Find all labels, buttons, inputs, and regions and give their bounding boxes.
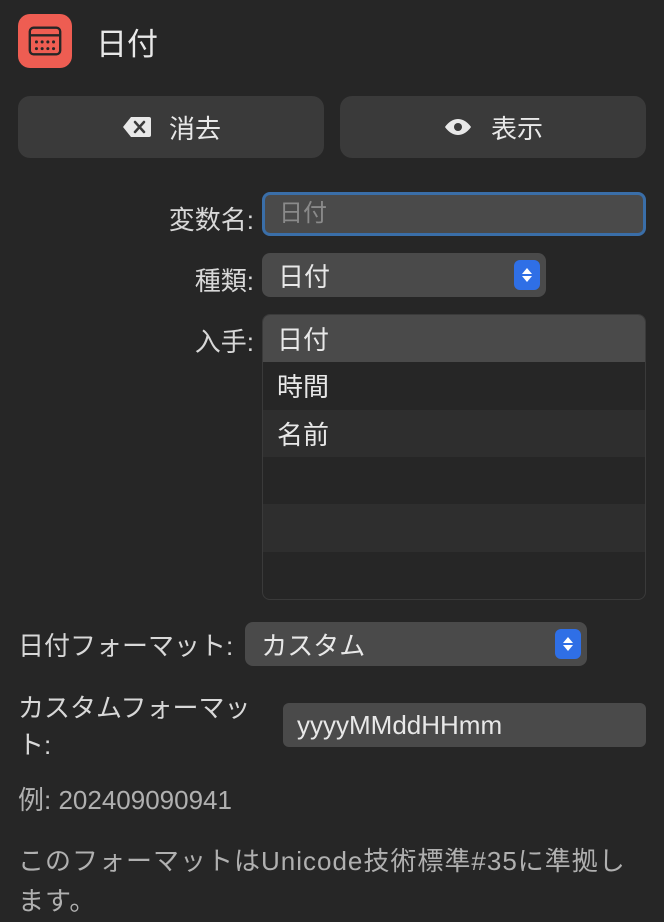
list-item[interactable]: 日付 (263, 315, 645, 362)
source-listbox[interactable]: 日付 時間 名前 (262, 314, 646, 600)
list-item[interactable]: 名前 (263, 410, 645, 457)
list-item[interactable] (263, 552, 645, 599)
toolbar: 消去 表示 (18, 96, 646, 158)
custom-format-label: カスタムフォーマット: (18, 688, 271, 762)
erase-button[interactable]: 消去 (18, 96, 324, 158)
format-example: 例: 202409090941 (18, 780, 646, 817)
list-item[interactable] (263, 504, 645, 551)
list-item[interactable] (263, 457, 645, 504)
source-label: 入手: (18, 314, 262, 359)
erase-label: 消去 (169, 109, 221, 146)
show-label: 表示 (491, 109, 543, 146)
format-note: このフォーマットはUnicode技術標準#35に準拠します。 (18, 841, 646, 922)
var-name-label: 変数名: (18, 192, 262, 237)
calendar-icon (18, 14, 72, 68)
date-format-label: 日付フォーマット: (18, 626, 233, 663)
page-title: 日付 (96, 19, 158, 64)
updown-icon (514, 260, 540, 290)
show-button[interactable]: 表示 (340, 96, 646, 158)
var-name-input[interactable] (262, 192, 646, 236)
custom-format-input[interactable] (283, 703, 646, 747)
list-item[interactable]: 時間 (263, 362, 645, 409)
updown-icon (555, 629, 581, 659)
date-format-value: カスタム (261, 626, 555, 663)
backspace-icon (121, 115, 151, 139)
header: 日付 (18, 14, 646, 68)
type-label: 種類: (18, 253, 262, 298)
date-format-select[interactable]: カスタム (245, 622, 587, 666)
eye-icon (443, 115, 473, 139)
type-select[interactable]: 日付 (262, 253, 546, 297)
type-select-value: 日付 (278, 257, 514, 294)
